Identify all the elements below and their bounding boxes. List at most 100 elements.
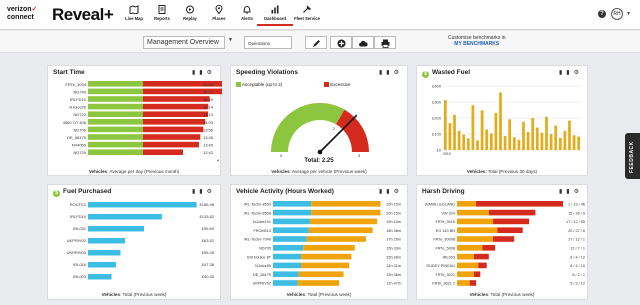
- gear-icon[interactable]: ⚙: [207, 70, 216, 76]
- footer-text: : Average per day (Previous month): [107, 169, 180, 174]
- gear-icon[interactable]: ⚙: [394, 189, 403, 195]
- row-value: 15:44: [203, 82, 214, 87]
- card-footer: Vehicles: Total (Previous 30 days): [417, 169, 587, 174]
- column-bar: [517, 139, 521, 150]
- chevron-down-icon[interactable]: ▼: [228, 37, 233, 43]
- row-value: 20h 15m: [386, 211, 401, 215]
- help-icon[interactable]: ?: [598, 10, 606, 18]
- dashboard-toolbar: Management Overview ▼ Operations Customi…: [0, 31, 640, 53]
- row-label: DE_58179: [253, 273, 271, 277]
- row-value: 1 / 13 / 46: [568, 203, 585, 207]
- x-tick: 0910: [443, 152, 451, 156]
- map-icon: [129, 5, 139, 14]
- bar-red: [143, 103, 209, 110]
- product-name: Reveal+: [52, 5, 114, 24]
- card-footer: Vehicles: Average per day (Previous mont…: [48, 169, 220, 174]
- footer-bold: Vehicles: [286, 292, 305, 297]
- row-label: IRL031: [73, 226, 87, 231]
- chart-icon[interactable]: ▮▮: [192, 70, 207, 76]
- card-footer: Vehicles: Total (Previous week): [231, 292, 407, 297]
- dashboard-select[interactable]: Management Overview: [143, 36, 225, 49]
- bar-green: [88, 96, 143, 102]
- places-icon: [215, 5, 223, 14]
- bar-blue: [273, 236, 307, 242]
- row-value: 14:03: [203, 120, 214, 125]
- operations-select[interactable]: Operations: [244, 36, 292, 49]
- nav-fleet-service[interactable]: Fleet Service: [287, 4, 327, 26]
- row-value: 20 / 27 / 6: [568, 229, 585, 233]
- my-benchmarks-link[interactable]: MY BENCHMARKS: [448, 41, 506, 47]
- row-value: 17 / 12 / 65: [566, 220, 585, 224]
- row-label: IRL003: [443, 255, 455, 259]
- chart-icon[interactable]: ▮▮: [559, 70, 574, 76]
- fuel-purchased-chart: ROUTE2 £185.48 IRLFD10 £125.82 IRL031 £95.69 U…: [67, 202, 215, 280]
- add-widget-button[interactable]: [330, 36, 352, 49]
- column-bar: [549, 134, 553, 150]
- print-button[interactable]: [374, 36, 396, 49]
- chart-icon[interactable]: ▮▮: [192, 189, 207, 195]
- row-value: 8 / 4 / 10: [570, 264, 585, 268]
- bar-blue: [88, 214, 162, 220]
- column-bar: [531, 118, 535, 150]
- column-bar: [535, 127, 539, 150]
- legend-label: Acceptable (up to 2): [242, 82, 283, 87]
- legend-excessive: Excessive: [324, 82, 351, 87]
- chart-icon[interactable]: ▮▮: [559, 189, 574, 195]
- bar-blue: [273, 218, 310, 225]
- bar-red: [143, 141, 199, 148]
- gear-icon[interactable]: ⚙: [574, 189, 583, 195]
- row-label: FRTe_3015: [435, 220, 455, 224]
- card-title: Harsh Driving: [422, 188, 465, 195]
- scroll-down-icon: ▼: [216, 158, 220, 163]
- column-bar: [540, 132, 544, 150]
- column-bar: [512, 137, 516, 150]
- bar-orange: [306, 236, 366, 242]
- bar-orange: [309, 218, 378, 225]
- card-title: Start Time: [53, 69, 85, 76]
- cloud-download-button[interactable]: [352, 36, 374, 49]
- chart-icon[interactable]: ▮▮: [379, 70, 394, 76]
- footer-bold: Vehicles: [469, 292, 488, 297]
- row-value: £55.45: [202, 250, 215, 255]
- footer-text: : Total (Previous week): [120, 292, 167, 297]
- card-controls: ▮▮⚙: [559, 69, 583, 76]
- edit-button[interactable]: [305, 36, 327, 49]
- column-bar: [489, 133, 493, 150]
- bar-green: [88, 126, 143, 133]
- row-value: 13h 36m: [386, 273, 401, 277]
- bar-green: [88, 119, 143, 125]
- row-value: 13:40: [203, 143, 214, 148]
- bar-blue: [88, 262, 116, 268]
- row-label: FRTe_3021 2: [432, 282, 455, 286]
- column-bar: [448, 123, 452, 150]
- bar-blue: [273, 280, 298, 286]
- row-value: 12h 47m: [386, 282, 401, 286]
- harsh-driving-chart: IVANN LEGLAND 1 / 13 / 46 VW 324 15 / 26 / …: [425, 201, 585, 286]
- card-title: Vehicle Activity (Hours Worked): [236, 188, 334, 195]
- user-avatar[interactable]: RH: [611, 8, 623, 20]
- bar-orange: [311, 209, 381, 216]
- chart-icon[interactable]: ▮▮: [379, 189, 394, 195]
- nav-label: Alerts: [241, 16, 253, 21]
- gear-icon[interactable]: ⚙: [207, 189, 216, 195]
- bar-orange: [457, 209, 489, 216]
- row-label: UKPRIV02: [67, 238, 87, 243]
- column-bar: [457, 130, 461, 150]
- tick-threshold: 2: [333, 126, 336, 131]
- bar-red: [497, 227, 523, 233]
- nav-label: Reports: [154, 16, 170, 21]
- bar-green: [88, 88, 143, 95]
- row-value: 15:17: [203, 89, 214, 94]
- dollar-icon: $: [422, 71, 429, 78]
- bar-orange: [301, 262, 350, 269]
- chevron-down-icon[interactable]: ▼: [626, 11, 631, 17]
- gear-icon[interactable]: ⚙: [394, 70, 403, 76]
- vehicle-activity-card: Vehicle Activity (Hours Worked) ▮▮⚙ IRL-…: [230, 184, 408, 300]
- row-label: UKPRIV03: [67, 250, 87, 255]
- bar-red: [473, 271, 481, 277]
- gear-icon[interactable]: ⚙: [574, 70, 583, 76]
- bar-green: [88, 111, 143, 117]
- card-footer: Vehicles: Average per vehicle (Previous …: [231, 169, 407, 174]
- bar-red: [469, 280, 477, 286]
- feedback-tab[interactable]: FEEDBACK: [625, 133, 640, 179]
